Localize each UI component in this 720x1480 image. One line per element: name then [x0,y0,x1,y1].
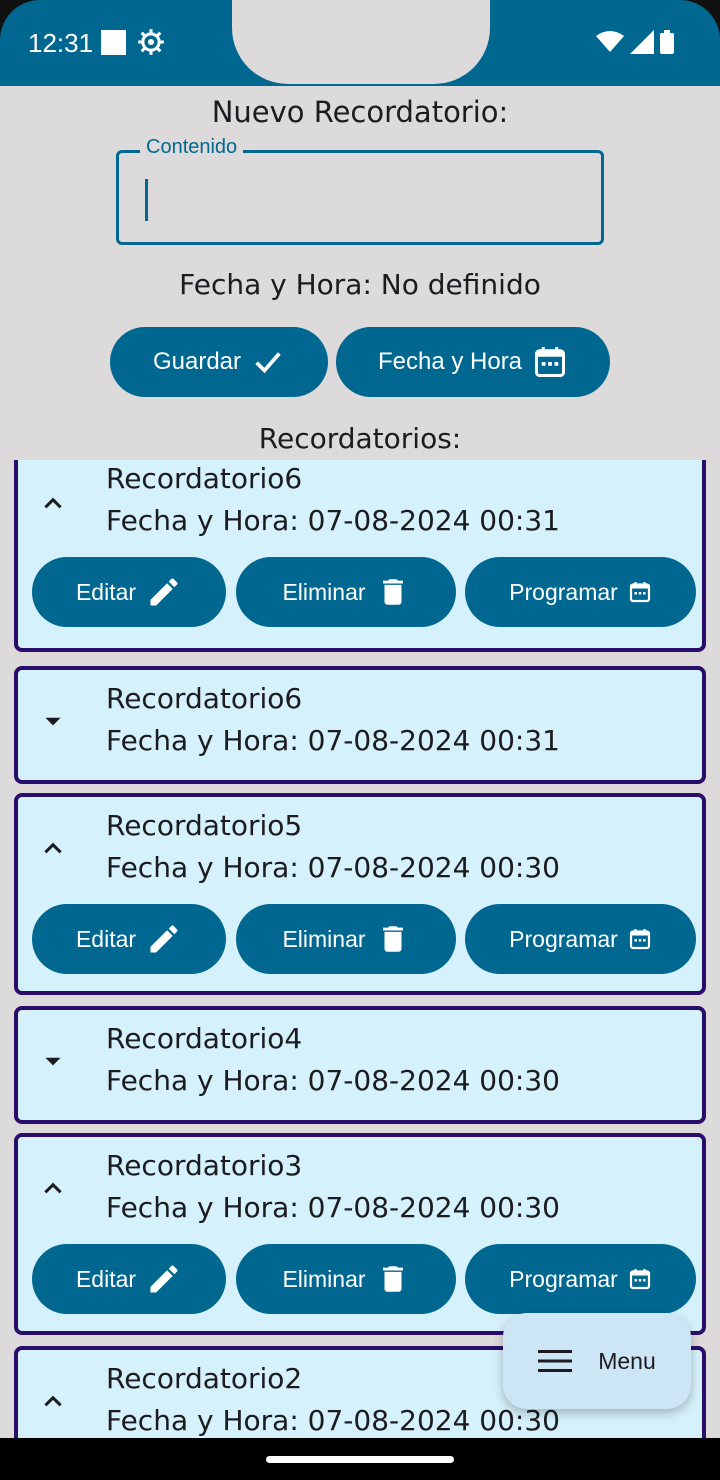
datetime-button-label: Fecha y Hora [377,348,523,375]
status-time: 12:31 [28,28,94,58]
schedule-button[interactable]: Programar [465,1244,696,1314]
reminder-name: Recordatorio3 [106,1149,303,1182]
date-status-text: Fecha y Hora: No definido [179,268,541,301]
status-bar: 12:31 [0,0,720,86]
delete-button-label: Eliminar [282,578,366,605]
edit-button[interactable]: Editar [32,557,226,627]
content-field[interactable] [116,150,604,245]
schedule-button-label: Programar [509,925,618,952]
reminder-date: Fecha y Hora: 07-08-2024 00:30 [106,1404,560,1437]
delete-button-label: Eliminar [282,1265,366,1292]
calendar-icon [629,582,650,603]
reminder-actions: Editar Eliminar Programar [28,1244,696,1314]
content-input[interactable] [119,153,601,242]
delete-button[interactable]: Eliminar [236,904,456,974]
chevron-up-icon[interactable] [40,490,66,516]
schedule-button-label: Programar [509,578,618,605]
reminder-card[interactable]: Recordatorio4 Fecha y Hora: 07-08-2024 0… [14,1006,706,1124]
reminder-name: Recordatorio5 [106,809,303,842]
reminders-list-title: Recordatorios: [258,422,462,455]
trash-icon [382,926,403,952]
calendar-icon [629,1269,650,1290]
reminder-date: Fecha y Hora: 07-08-2024 00:30 [106,851,560,884]
reminder-date: Fecha y Hora: 07-08-2024 00:31 [106,724,560,757]
save-button[interactable]: Guardar [110,327,328,397]
caret-down-icon[interactable] [40,1048,66,1074]
pencil-icon [150,925,178,953]
wifi-icon [596,31,624,52]
calendar-icon [535,347,566,377]
reminders-list[interactable]: Recordatorio6 Fecha y Hora: 07-08-2024 0… [0,460,720,1438]
status-icons [596,30,674,54]
reminder-date: Fecha y Hora: 07-08-2024 00:30 [106,1064,560,1097]
menu-fab[interactable]: Menu [503,1313,691,1409]
reminder-actions: Editar Eliminar Programar [28,904,696,974]
delete-button[interactable]: Eliminar [236,557,456,627]
datetime-button[interactable]: Fecha y Hora [336,327,610,397]
notification-icon [101,30,126,55]
delete-button-label: Eliminar [282,925,366,952]
edit-button-label: Editar [75,578,137,605]
reminder-date: Fecha y Hora: 07-08-2024 00:31 [106,504,560,537]
home-handle[interactable] [266,1456,454,1463]
new-reminder-title: Nuevo Recordatorio: [211,95,509,129]
screen-corner [680,0,720,40]
chevron-up-icon[interactable] [40,1388,66,1414]
reminder-actions: Editar Eliminar Programar [28,557,696,627]
reminder-name: Recordatorio4 [106,1022,303,1055]
reminder-name: Recordatorio6 [106,462,303,495]
edit-button[interactable]: Editar [32,904,226,974]
edit-button-label: Editar [75,925,137,952]
edit-button-label: Editar [75,1265,137,1292]
menu-icon [538,1350,573,1372]
settings-gear-icon [137,28,165,60]
reminder-name: Recordatorio6 [106,682,303,715]
chevron-up-icon[interactable] [40,1175,66,1201]
signal-icon [630,30,654,54]
reminder-card[interactable]: Recordatorio3 Fecha y Hora: 07-08-2024 0… [14,1133,706,1335]
schedule-button-label: Programar [509,1265,618,1292]
trash-icon [382,579,403,605]
calendar-icon [629,929,650,950]
trash-icon [382,1266,403,1292]
camera-notch [232,0,490,84]
delete-button[interactable]: Eliminar [236,1244,456,1314]
text-cursor [145,179,148,221]
menu-fab-label: Menu [598,1347,656,1374]
navigation-bar [0,1438,720,1480]
reminder-card[interactable]: Recordatorio6 Fecha y Hora: 07-08-2024 0… [14,460,706,652]
chevron-up-icon[interactable] [40,835,66,861]
edit-button[interactable]: Editar [32,1244,226,1314]
reminder-card[interactable]: Recordatorio5 Fecha y Hora: 07-08-2024 0… [14,793,706,995]
battery-icon [660,30,674,54]
schedule-button[interactable]: Programar [465,904,696,974]
reminder-card[interactable]: Recordatorio6 Fecha y Hora: 07-08-2024 0… [14,666,706,784]
pencil-icon [150,1265,178,1293]
schedule-button[interactable]: Programar [465,557,696,627]
content-field-label: Contenido [140,136,244,159]
reminder-name: Recordatorio2 [106,1362,303,1395]
caret-down-icon[interactable] [40,708,66,734]
reminder-date: Fecha y Hora: 07-08-2024 00:30 [106,1191,560,1224]
save-button-label: Guardar [152,348,242,375]
check-icon [255,352,281,374]
pencil-icon [150,578,178,606]
